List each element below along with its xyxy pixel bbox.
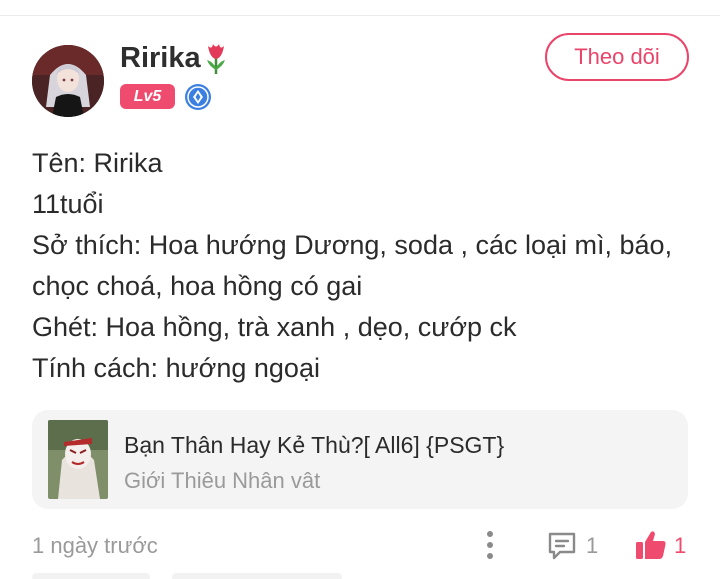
post-body: Tên: Ririka 11tuổi Sở thích: Hoa hướng D… xyxy=(32,143,702,389)
diamond-badge-icon xyxy=(185,84,211,110)
story-link-card[interactable]: Bạn Thân Hay Kẻ Thù?[ All6] {PSGT} Giới … xyxy=(32,410,688,509)
story-title: Bạn Thân Hay Kẻ Thù?[ All6] {PSGT} xyxy=(124,432,505,458)
comment-count: 1 xyxy=(586,533,599,558)
next-item-placeholder xyxy=(172,573,342,579)
post-timestamp: 1 ngày trước xyxy=(32,533,158,558)
next-item-placeholder xyxy=(32,573,150,579)
comment-icon[interactable] xyxy=(546,530,578,562)
thumbs-up-icon[interactable] xyxy=(634,528,668,562)
story-cover-image xyxy=(48,420,108,499)
level-badge: Lv5 xyxy=(120,84,175,109)
bio-line: Sở thích: Hoa hướng Dương, soda , các lo… xyxy=(32,230,673,260)
bio-line: 11tuổi xyxy=(32,189,104,219)
more-options-icon[interactable] xyxy=(478,528,502,562)
like-count: 1 xyxy=(674,533,687,558)
top-divider xyxy=(0,15,720,16)
bio-line: chọc choá, hoa hồng có gai xyxy=(32,271,363,301)
story-chapter: Giới Thiêu Nhân vât xyxy=(124,468,321,493)
author-name[interactable]: Ririka xyxy=(120,40,201,76)
avatar-icon xyxy=(32,45,104,117)
author-avatar[interactable] xyxy=(32,45,104,117)
bio-line: Tên: Ririka xyxy=(32,148,163,178)
bio-line: Tính cách: hướng ngoại xyxy=(32,353,320,383)
bio-line: Ghét: Hoa hồng, trà xanh , dẹo, cướp ck xyxy=(32,312,517,342)
follow-button[interactable]: Theo dõi xyxy=(545,33,689,81)
tulip-icon xyxy=(207,44,225,74)
